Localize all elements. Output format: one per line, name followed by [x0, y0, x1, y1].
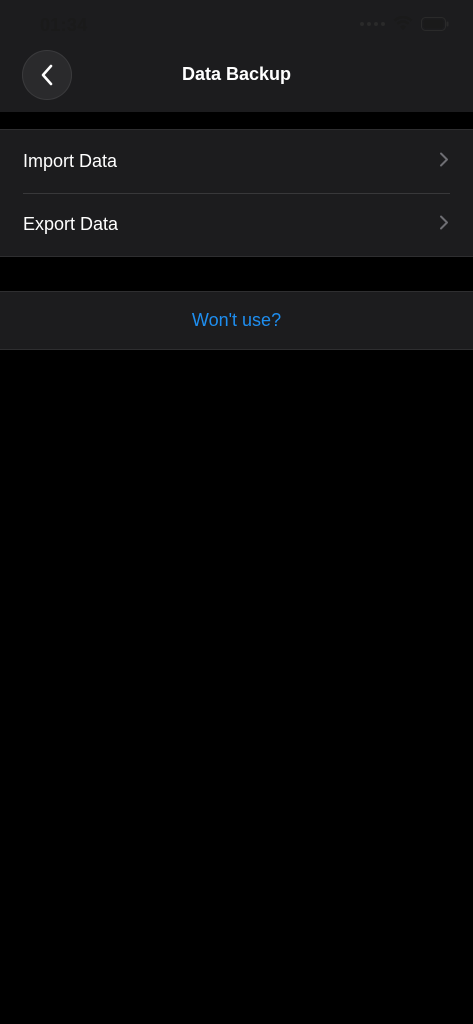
secondary-action-group: Won't use?: [0, 291, 473, 350]
status-bar: 01:34: [0, 0, 473, 50]
status-indicators: [360, 16, 449, 31]
import-data-row[interactable]: Import Data: [0, 130, 473, 194]
page-title: Data Backup: [181, 64, 292, 84]
export-data-label: Export Data: [23, 214, 119, 234]
cellular-signal-icon: [360, 21, 385, 26]
backup-options-group: Import Data Export Data: [0, 129, 473, 257]
wifi-icon: [393, 16, 413, 31]
battery-icon: [421, 16, 449, 31]
wont-use-button[interactable]: Won't use?: [0, 292, 473, 349]
chevron-right-icon: [439, 151, 449, 172]
import-data-label: Import Data: [23, 151, 118, 171]
export-data-row[interactable]: Export Data: [0, 193, 473, 256]
screen: 01:34 Data Backup Import Data Export Dat…: [0, 0, 473, 1024]
chevron-right-icon: [439, 214, 449, 235]
navigation-bar: Data Backup: [0, 50, 473, 112]
status-time: 01:34: [40, 15, 88, 35]
